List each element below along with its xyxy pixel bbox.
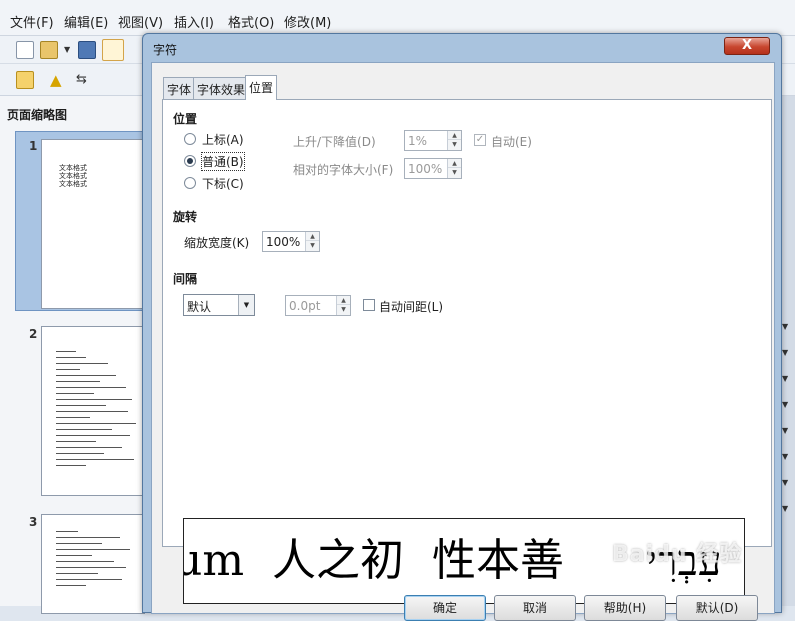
chevron-down-icon[interactable]: ▼: [238, 295, 254, 315]
edit-mode-icon[interactable]: [102, 39, 124, 61]
menu-modify[interactable]: 修改(M): [284, 12, 331, 31]
preview-text: um 人之初 性本善: [183, 535, 565, 586]
raise-lower-value: 1%: [408, 134, 428, 148]
baidu-watermark: Baidu 经验: [612, 542, 743, 567]
spin-down-icon[interactable]: ▼: [448, 168, 461, 177]
ok-button[interactable]: 确定: [404, 595, 486, 621]
page-number: 1: [29, 139, 38, 153]
relative-size-label: 相对的字体大小(F): [293, 163, 394, 177]
spacing-amount-spinner[interactable]: 0.0pt ▲ ▼: [285, 295, 351, 316]
auto-checkbox[interactable]: ✓: [474, 134, 486, 146]
new-document-icon[interactable]: [16, 41, 34, 59]
dialog-title: 字符: [153, 43, 178, 57]
spin-down-icon[interactable]: ▼: [448, 140, 461, 149]
character-dialog: 字符 X 字体 字体效果 位置 位置 上标(A) 普通(B) 下标(C) 上升/…: [142, 33, 782, 621]
page-thumbnail-3[interactable]: [41, 514, 145, 614]
dialog-body: 字体 字体效果 位置 位置 上标(A) 普通(B) 下标(C) 上升/下降值(D…: [151, 62, 775, 621]
chevron-down-icon: ▼: [782, 348, 789, 357]
cancel-button[interactable]: 取消: [494, 595, 576, 621]
chevron-down-icon[interactable]: ▼: [64, 45, 72, 54]
scale-width-label: 缩放宽度(K): [184, 236, 250, 250]
spin-up-icon[interactable]: ▲: [306, 232, 319, 241]
menu-insert[interactable]: 插入(I): [174, 12, 214, 31]
arrows-icon[interactable]: ⇆: [76, 71, 94, 89]
spacing-mode-value: 默认: [187, 300, 212, 314]
relative-size-value: 100%: [408, 162, 443, 176]
normal-label: 普通(B): [201, 152, 245, 171]
scale-width-spinner[interactable]: 100% ▲ ▼: [262, 231, 320, 252]
chevron-down-icon: ▼: [782, 322, 789, 331]
menu-view[interactable]: 视图(V): [118, 12, 163, 31]
section-spacing: 间隔: [173, 272, 198, 286]
help-button[interactable]: 帮助(H): [584, 595, 666, 621]
spacing-amount-value: 0.0pt: [289, 299, 321, 313]
subscript-label: 下标(C): [202, 177, 244, 191]
spacing-mode-select[interactable]: 默认 ▼: [183, 294, 255, 316]
normal-radio[interactable]: [184, 155, 196, 167]
reset-button[interactable]: 默认(D): [676, 595, 758, 621]
superscript-radio[interactable]: [184, 133, 196, 145]
menu-bar: 文件(F) 编辑(E) 视图(V) 插入(I) 格式(O) 修改(M): [0, 0, 795, 36]
tab-font[interactable]: 字体: [163, 77, 196, 99]
chevron-down-icon: ▼: [782, 504, 789, 513]
spin-up-icon[interactable]: ▲: [337, 296, 350, 305]
auto-kerning-checkbox[interactable]: [363, 299, 375, 311]
section-rotation: 旋转: [173, 210, 198, 224]
auto-kerning-label: 自动间距(L): [379, 300, 444, 314]
chevron-down-icon: ▼: [782, 374, 789, 383]
raise-lower-label: 上升/下降值(D): [293, 135, 376, 149]
open-folder-icon[interactable]: [40, 41, 58, 59]
chevron-down-icon: ▼: [782, 452, 789, 461]
chevron-down-icon: ▼: [782, 478, 789, 487]
spin-up-icon[interactable]: ▲: [448, 159, 461, 168]
close-button[interactable]: X: [724, 37, 770, 55]
tab-font-effects[interactable]: 字体效果: [193, 77, 250, 99]
section-position: 位置: [173, 112, 198, 126]
position-tab-panel: 位置 上标(A) 普通(B) 下标(C) 上升/下降值(D) 1% ▲ ▼ ✓ …: [162, 99, 772, 604]
page-number: 3: [29, 515, 38, 529]
layout-grid-icon[interactable]: [16, 71, 34, 89]
spin-up-icon[interactable]: ▲: [448, 131, 461, 140]
menu-file[interactable]: 文件(F): [10, 12, 54, 31]
panel-title: 页面缩略图: [7, 108, 68, 122]
menu-format[interactable]: 格式(O): [228, 12, 274, 31]
spin-down-icon[interactable]: ▼: [306, 241, 319, 250]
raise-lower-spinner[interactable]: 1% ▲ ▼: [404, 130, 462, 151]
chevron-down-icon: ▼: [782, 426, 789, 435]
menu-edit[interactable]: 编辑(E): [64, 12, 108, 31]
subscript-radio[interactable]: [184, 177, 196, 189]
thumbnail-text: 文本格式: [59, 180, 87, 188]
superscript-label: 上标(A): [202, 133, 244, 147]
highlight-icon[interactable]: ▲: [50, 71, 68, 89]
spin-down-icon[interactable]: ▼: [337, 305, 350, 314]
page-thumbnail-2[interactable]: [41, 326, 145, 496]
relative-size-spinner[interactable]: 100% ▲ ▼: [404, 158, 462, 179]
page-number: 2: [29, 327, 38, 341]
tab-position[interactable]: 位置: [245, 75, 278, 100]
chevron-down-icon: ▼: [782, 400, 789, 409]
auto-label: 自动(E): [491, 135, 532, 149]
page-thumbnail-1[interactable]: 文本格式 文本格式 文本格式: [41, 139, 145, 309]
scale-width-value: 100%: [266, 235, 301, 249]
thumbnail-text: 文本格式: [59, 172, 87, 180]
thumbnail-text: 文本格式: [59, 164, 87, 172]
save-icon[interactable]: [78, 41, 96, 59]
